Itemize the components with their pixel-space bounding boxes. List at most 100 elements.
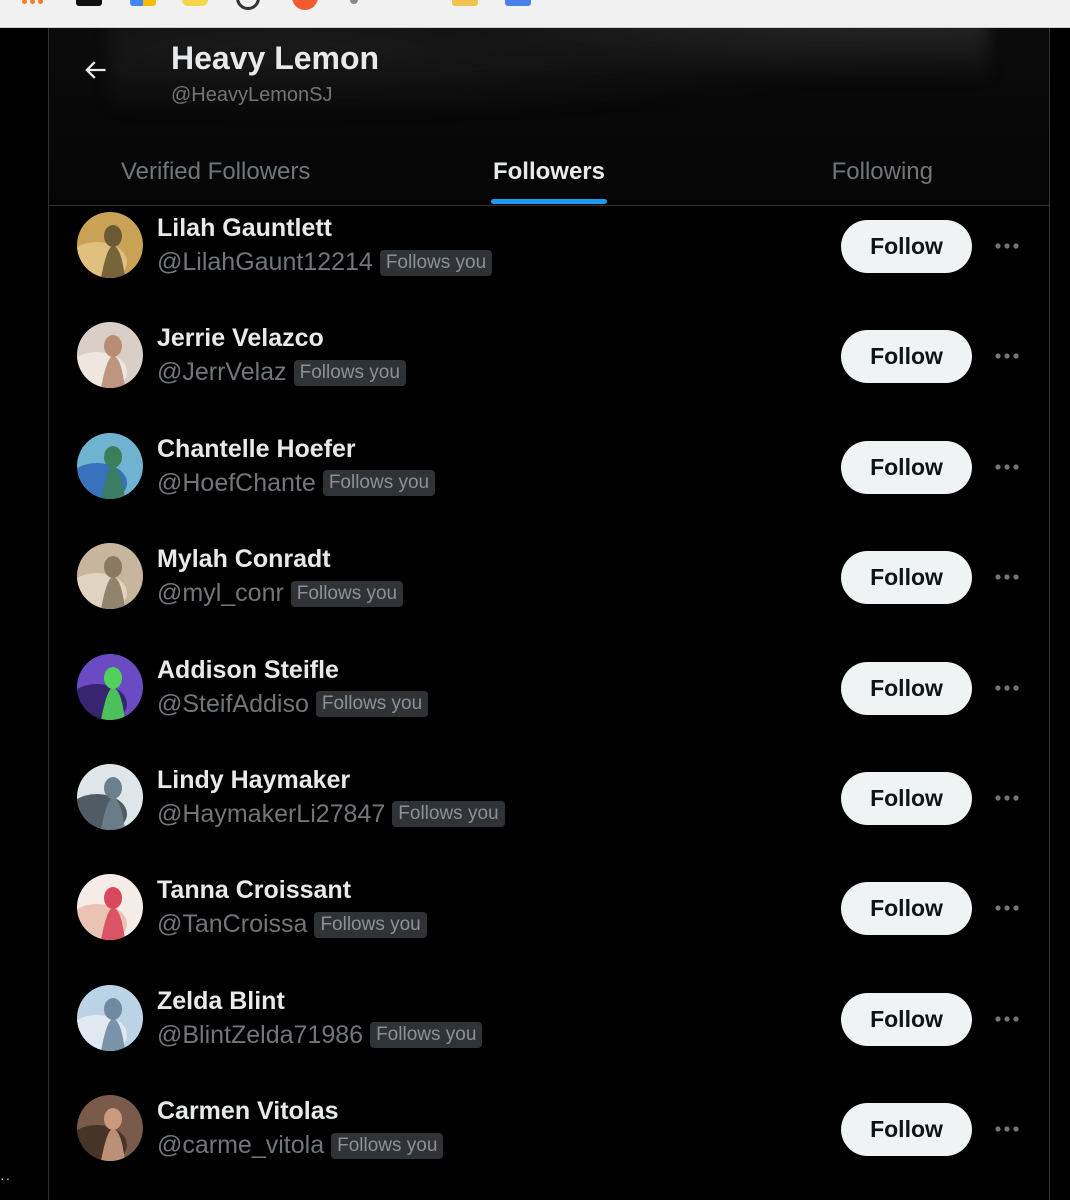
follow-button[interactable]: Follow — [841, 661, 972, 715]
follower-handle-line: @HoefChante Follows you — [157, 469, 436, 498]
follows-you-badge: Follows you — [315, 691, 429, 718]
avatar[interactable] — [77, 984, 143, 1051]
avatar[interactable] — [77, 543, 143, 610]
back-button[interactable] — [75, 50, 115, 90]
bookmark-icon[interactable] — [292, 0, 318, 10]
follower-handle[interactable]: @LilahGaunt12214 — [157, 248, 373, 277]
avatar[interactable] — [77, 1095, 143, 1162]
follower-name[interactable]: Zelda Blint — [157, 987, 285, 1016]
more-button[interactable] — [991, 451, 1023, 483]
follow-button[interactable]: Follow — [841, 220, 972, 273]
more-button[interactable] — [991, 230, 1023, 262]
follower-name[interactable]: Jerrie Velazco — [157, 324, 324, 353]
follower-name[interactable]: Addison Steifle — [157, 656, 339, 685]
bookmark-icon[interactable] — [182, 0, 208, 6]
avatar[interactable] — [77, 212, 143, 278]
bookmark-icon[interactable] — [22, 0, 44, 4]
avatar[interactable] — [77, 763, 143, 830]
more-button[interactable] — [991, 672, 1023, 704]
bookmark-icon[interactable] — [402, 0, 420, 6]
follows-you-badge: Follows you — [293, 359, 406, 386]
more-button[interactable] — [991, 782, 1023, 814]
more-button[interactable] — [991, 892, 1023, 924]
follower-handle[interactable]: @carme_vitola — [157, 1131, 324, 1160]
list-item[interactable]: Mylah Conradt @myl_conr Follows you Foll… — [49, 537, 1049, 647]
follower-handle[interactable]: @JerrVelaz — [157, 358, 287, 387]
list-item[interactable]: Carmen Vitolas @carme_vitola Follows you… — [49, 1089, 1049, 1199]
follow-button[interactable]: Follow — [841, 1103, 972, 1157]
follower-name[interactable]: Lindy Haymaker — [157, 766, 350, 795]
follower-handle[interactable]: @BlintZelda71986 — [157, 1021, 363, 1050]
tab-verified-followers[interactable]: Verified Followers — [49, 138, 382, 205]
bookmark-icon[interactable] — [350, 0, 358, 4]
more-horizontal-icon — [995, 684, 1019, 691]
follow-button[interactable]: Follow — [841, 882, 972, 936]
more-button[interactable] — [991, 340, 1023, 372]
more-dots-icon[interactable]: ·· — [0, 1170, 11, 1186]
active-tab-indicator — [490, 199, 607, 204]
follower-name[interactable]: Carmen Vitolas — [157, 1097, 339, 1126]
profile-header: Heavy Lemon @HeavyLemonSJ Verified Follo… — [49, 28, 1049, 206]
tab-label: Verified Followers — [120, 158, 311, 185]
follows-you-badge: Follows you — [314, 911, 427, 938]
follower-handle[interactable]: @HaymakerLi27847 — [157, 800, 385, 829]
followers-tabs: Verified Followers Followers Following — [49, 138, 1049, 205]
list-item[interactable]: Zelda Blint @BlintZelda71986 Follows you… — [49, 979, 1049, 1089]
bookmark-icon[interactable] — [76, 0, 102, 6]
page-title: Heavy Lemon — [171, 40, 380, 76]
follows-you-badge: Follows you — [392, 801, 505, 828]
follows-you-badge: Follows you — [331, 1132, 444, 1159]
more-button[interactable] — [991, 1113, 1023, 1145]
list-item[interactable]: Addison Steifle @SteifAddiso Follows you… — [49, 648, 1049, 758]
more-button[interactable] — [991, 1003, 1023, 1035]
browser-bookmark-bar — [0, 0, 1070, 28]
more-horizontal-icon — [995, 464, 1019, 470]
follower-handle-line: @SteifAddiso Follows you — [157, 690, 429, 719]
follower-name[interactable]: Lilah Gauntlett — [157, 214, 332, 243]
arrow-left-icon — [85, 61, 106, 79]
more-button[interactable] — [991, 561, 1023, 593]
follow-button[interactable]: Follow — [841, 440, 972, 494]
list-item[interactable]: Lilah Gauntlett @LilahGaunt12214 Follows… — [49, 206, 1049, 316]
follower-handle-line: @myl_conr Follows you — [157, 579, 404, 608]
more-horizontal-icon — [995, 1016, 1019, 1022]
avatar[interactable] — [77, 432, 143, 499]
follow-button[interactable]: Follow — [841, 771, 972, 825]
avatar[interactable] — [77, 874, 143, 941]
follow-button[interactable]: Follow — [841, 992, 972, 1046]
list-item[interactable]: Lindy Haymaker @HaymakerLi27847 Follows … — [49, 758, 1049, 868]
bookmark-icon[interactable] — [505, 0, 531, 6]
tab-following[interactable]: Following — [716, 138, 1049, 205]
more-horizontal-icon — [995, 243, 1019, 249]
avatar[interactable] — [77, 653, 143, 720]
follower-name[interactable]: Tanna Croissant — [157, 876, 351, 905]
follower-handle[interactable]: @myl_conr — [157, 579, 284, 608]
follower-handle-line: @HaymakerLi27847 Follows you — [157, 800, 505, 829]
main-column: Heavy Lemon @HeavyLemonSJ Verified Follo… — [48, 28, 1050, 1200]
left-sidebar-edge — [0, 28, 48, 1200]
follow-button[interactable]: Follow — [841, 330, 972, 384]
avatar[interactable] — [77, 322, 143, 389]
list-item[interactable]: Jerrie Velazco @JerrVelaz Follows you Fo… — [49, 316, 1049, 426]
tab-label: Following — [831, 158, 934, 185]
follower-name[interactable]: Mylah Conradt — [157, 545, 331, 574]
tab-followers[interactable]: Followers — [382, 138, 715, 205]
bookmark-icon[interactable] — [452, 0, 478, 6]
follower-name[interactable]: Chantelle Hoefer — [157, 435, 356, 464]
follower-handle-line: @LilahGaunt12214 Follows you — [157, 248, 493, 277]
list-item[interactable]: Tanna Croissant @TanCroissa Follows you … — [49, 868, 1049, 978]
bookmark-icon[interactable] — [236, 0, 260, 10]
follower-handle-line: @JerrVelaz Follows you — [157, 358, 406, 387]
follower-handle[interactable]: @SteifAddiso — [157, 690, 309, 719]
list-item[interactable]: Chantelle Hoefer @HoefChante Follows you… — [49, 427, 1049, 537]
more-horizontal-icon — [995, 905, 1019, 911]
bookmark-icon[interactable] — [130, 0, 156, 6]
follower-handle[interactable]: @TanCroissa — [157, 910, 307, 939]
follower-handle-line: @TanCroissa Follows you — [157, 910, 427, 939]
more-horizontal-icon — [995, 795, 1019, 801]
follow-button[interactable]: Follow — [841, 551, 972, 605]
follows-you-badge: Follows you — [379, 249, 493, 276]
follower-handle[interactable]: @HoefChante — [157, 469, 316, 498]
page-handle: @HeavyLemonSJ — [171, 84, 333, 106]
follower-handle-line: @carme_vitola Follows you — [157, 1131, 444, 1160]
